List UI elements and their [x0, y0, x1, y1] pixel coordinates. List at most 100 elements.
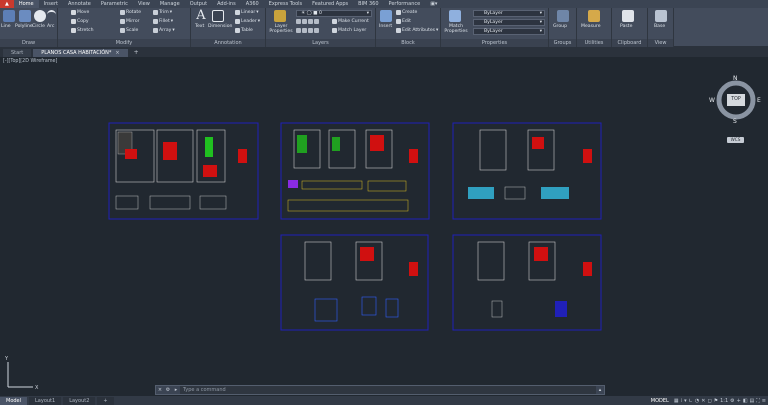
base-view-icon[interactable]: [655, 10, 667, 22]
command-input[interactable]: Type a command: [180, 386, 596, 394]
viewcube-east-label[interactable]: E: [757, 97, 761, 104]
leader-button[interactable]: Leader ▾: [235, 19, 260, 24]
workspace-gear-icon[interactable]: ⚙: [730, 398, 734, 404]
layer-tools-icons[interactable]: [296, 19, 319, 24]
layers-panel-title[interactable]: Layers: [266, 39, 375, 47]
dimension-icon[interactable]: [212, 10, 224, 22]
paste-button[interactable]: Paste: [620, 24, 632, 29]
tab-layout2[interactable]: Layout2: [63, 396, 96, 405]
add-icon[interactable]: +: [737, 398, 741, 404]
hardware-acceleration-icon[interactable]: ▤: [750, 398, 755, 404]
circle-button[interactable]: Circle: [32, 24, 45, 29]
text-icon[interactable]: A: [195, 9, 207, 22]
groups-panel-title[interactable]: Groups: [549, 39, 576, 47]
draw-panel-title[interactable]: Draw: [0, 39, 57, 47]
object-snap-icon[interactable]: ◻: [707, 398, 711, 404]
group-button[interactable]: Group: [553, 24, 567, 29]
tab-express-tools[interactable]: Express Tools: [264, 0, 307, 8]
ribbon-options-icon[interactable]: ▣▾: [425, 0, 442, 8]
view-panel-title[interactable]: View: [648, 39, 673, 47]
match-properties-icon[interactable]: [449, 10, 461, 22]
match-layer-button[interactable]: Match Layer: [332, 28, 366, 33]
viewcube-west-label[interactable]: W: [709, 97, 715, 104]
color-dropdown[interactable]: ByLayer: [473, 10, 545, 17]
polyline-icon[interactable]: [19, 10, 31, 22]
annotation-scale[interactable]: 1:1: [720, 398, 728, 404]
tab-annotate[interactable]: Annotate: [63, 0, 96, 8]
scale-button[interactable]: Scale: [120, 28, 138, 33]
command-history-icon[interactable]: ▸: [172, 386, 180, 394]
new-tab-button[interactable]: +: [130, 49, 143, 57]
array-button[interactable]: Array ▾: [153, 28, 175, 33]
copy-button[interactable]: Copy: [71, 19, 89, 24]
model-space-button[interactable]: MODEL: [648, 398, 672, 404]
layer-dropdown[interactable]: ☀ ◯ ■ 0: [296, 10, 372, 17]
close-icon[interactable]: ×: [156, 386, 164, 394]
snap-icon[interactable]: ⁞: [681, 398, 683, 404]
layer-properties-button[interactable]: Layer Properties: [269, 24, 293, 34]
rotate-button[interactable]: Rotate: [120, 10, 141, 15]
circle-icon[interactable]: [34, 10, 46, 22]
file-tab-drawing[interactable]: PLANOS CASA HABITACIÓN* ×: [33, 49, 128, 57]
line-icon[interactable]: [3, 10, 15, 22]
table-button[interactable]: Table: [235, 28, 253, 33]
line-button[interactable]: Line: [1, 24, 11, 29]
file-tab-start[interactable]: Start: [3, 49, 32, 57]
measure-icon[interactable]: [588, 10, 600, 22]
move-button[interactable]: Move: [71, 10, 89, 15]
annotation-visibility-icon[interactable]: ⚑: [714, 398, 718, 404]
modify-panel-title[interactable]: Modify: [58, 39, 190, 47]
application-menu-button[interactable]: ▲: [0, 0, 14, 8]
drawing-area[interactable]: [-][Top][2D Wireframe] Y X TOP N S W E W…: [0, 57, 768, 396]
tab-insert[interactable]: Insert: [39, 0, 63, 8]
viewcube[interactable]: TOP N S W E: [709, 75, 761, 125]
edit-attributes-button[interactable]: Edit Attributes ▾: [396, 28, 438, 33]
clipboard-panel-title[interactable]: Clipboard: [612, 39, 647, 47]
mirror-button[interactable]: Mirror: [120, 19, 140, 24]
customize-menu-icon[interactable]: ≡: [762, 398, 766, 404]
block-panel-title[interactable]: Block: [376, 39, 440, 47]
tab-featured-apps[interactable]: Featured Apps: [307, 0, 353, 8]
layer-tools-icons-2[interactable]: [296, 28, 319, 33]
paste-icon[interactable]: [622, 10, 634, 22]
linetype-dropdown[interactable]: ByLayer: [473, 19, 545, 26]
trim-button[interactable]: Trim ▾: [153, 10, 172, 15]
viewcube-north-label[interactable]: N: [733, 75, 738, 82]
grid-icon[interactable]: ▦: [674, 398, 679, 404]
tab-manage[interactable]: Manage: [155, 0, 185, 8]
ortho-icon[interactable]: ∟: [689, 398, 693, 404]
add-layout-button[interactable]: +: [97, 396, 114, 405]
chevron-up-icon[interactable]: ▴: [596, 386, 604, 394]
layer-properties-icon[interactable]: [274, 10, 286, 22]
group-icon[interactable]: [557, 10, 569, 22]
isolate-icon[interactable]: ◧: [743, 398, 748, 404]
edit-button[interactable]: Edit: [396, 19, 411, 24]
tab-view[interactable]: View: [133, 0, 155, 8]
stretch-button[interactable]: Stretch: [71, 28, 94, 33]
annotation-panel-title[interactable]: Annotation: [191, 39, 265, 47]
insert-button[interactable]: Insert: [379, 24, 392, 29]
close-icon[interactable]: ×: [115, 50, 119, 56]
text-button[interactable]: Text: [195, 24, 204, 29]
infer-icon[interactable]: ▾: [684, 398, 687, 404]
arc-button[interactable]: Arc: [47, 24, 54, 29]
viewcube-south-label[interactable]: S: [733, 118, 737, 125]
settings-icon[interactable]: ⚙: [164, 386, 172, 394]
lineweight-dropdown[interactable]: ByLayer: [473, 28, 545, 35]
linear-button[interactable]: Linear ▾: [235, 10, 259, 15]
tab-layout1[interactable]: Layout1: [29, 396, 62, 405]
tab-a360[interactable]: A360: [241, 0, 264, 8]
fillet-button[interactable]: Fillet ▾: [153, 19, 173, 24]
tab-add-ins[interactable]: Add-ins: [212, 0, 241, 8]
insert-icon[interactable]: [380, 10, 392, 22]
properties-panel-title[interactable]: Properties: [441, 39, 548, 47]
wcs-menu[interactable]: WCS: [727, 137, 744, 143]
polyline-button[interactable]: Polyline: [15, 24, 33, 29]
tab-model[interactable]: Model: [0, 396, 28, 405]
utilities-panel-title[interactable]: Utilities: [577, 39, 611, 47]
base-button[interactable]: Base: [654, 24, 665, 29]
arc-icon[interactable]: [47, 10, 56, 22]
isodraft-icon[interactable]: ✕: [701, 398, 705, 404]
measure-button[interactable]: Measure: [581, 24, 601, 29]
make-current-button[interactable]: Make Current: [332, 19, 369, 24]
